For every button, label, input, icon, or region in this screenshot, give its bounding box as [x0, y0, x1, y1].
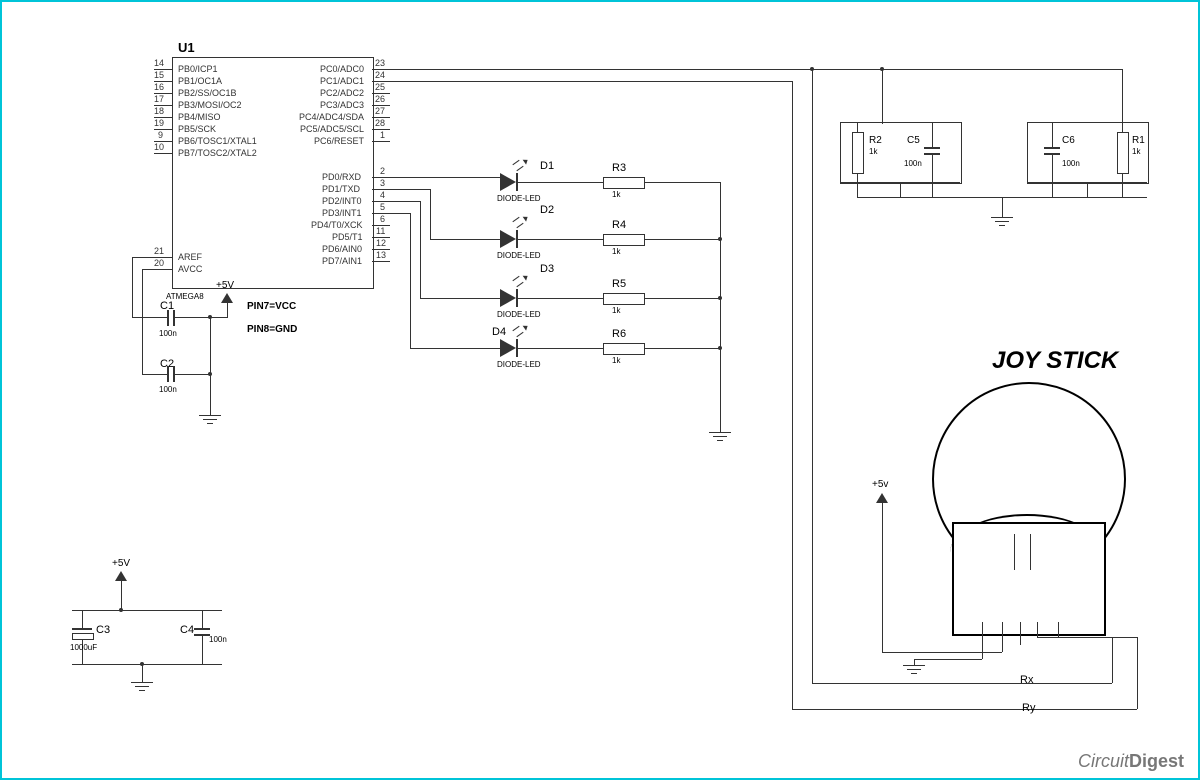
- resistor-r4: [603, 234, 645, 246]
- wire: [812, 683, 1112, 684]
- joystick-pin: [982, 622, 983, 637]
- joystick-stem: [1014, 534, 1015, 570]
- wire: [1037, 637, 1112, 638]
- wire: [982, 637, 983, 659]
- wire: [914, 659, 982, 660]
- junction-dot: [208, 315, 212, 319]
- resistor-r3: [603, 177, 645, 189]
- cap-plate: [167, 310, 169, 326]
- wire: [812, 69, 813, 683]
- junction-dot: [119, 608, 123, 612]
- wire: [132, 257, 133, 317]
- watermark-b: Digest: [1129, 751, 1184, 771]
- resistor-r2: [852, 132, 864, 174]
- cap-plate: [194, 628, 210, 630]
- wire: [792, 709, 1137, 710]
- ic-note-gnd: PIN8=GND: [247, 324, 297, 335]
- wire: [1112, 637, 1113, 683]
- rx-label: Rx: [1020, 674, 1033, 686]
- joystick-pin: [1020, 622, 1021, 637]
- joystick-base: [952, 522, 1106, 636]
- supply-label: +5V: [216, 280, 234, 291]
- wire: [1002, 637, 1003, 652]
- c3-val: 1000uF: [70, 643, 97, 652]
- wire: [132, 257, 154, 258]
- joystick-pin: [1037, 622, 1038, 637]
- ic-note-vcc: PIN7=VCC: [247, 301, 296, 312]
- supply-up-icon: [221, 293, 233, 303]
- c4-ref: C4: [180, 624, 194, 636]
- junction-dot: [140, 662, 144, 666]
- wire: [1020, 637, 1021, 645]
- wire: [210, 317, 211, 415]
- joystick-stem: [1030, 534, 1031, 570]
- resistor-r6: [603, 343, 645, 355]
- resistor-r5: [603, 293, 645, 305]
- wire: [882, 502, 883, 652]
- wire: [121, 580, 122, 610]
- ry-label: Ry: [1022, 702, 1035, 714]
- resistor-r1: [1117, 132, 1129, 174]
- wire: [882, 652, 1002, 653]
- schematic-canvas: U1 ATMEGA8 PIN7=VCC PIN8=GND 14PB0/ICP1 …: [0, 0, 1200, 780]
- cap-plate: [72, 628, 92, 630]
- wire: [720, 182, 721, 432]
- wire: [72, 610, 222, 611]
- wire: [202, 610, 203, 628]
- c1-val: 100n: [159, 329, 177, 338]
- junction-dot: [208, 372, 212, 376]
- wire: [142, 269, 154, 270]
- cap-plate: [173, 310, 175, 326]
- wire: [175, 374, 210, 375]
- wire: [210, 317, 227, 318]
- wire: [142, 374, 167, 375]
- wire: [82, 610, 83, 628]
- supply-label: +5V: [112, 558, 130, 569]
- c2-val: 100n: [159, 385, 177, 394]
- watermark-a: Circuit: [1078, 751, 1129, 771]
- junction-dot: [718, 237, 722, 241]
- cap-plate: [167, 366, 169, 382]
- wire: [882, 69, 883, 124]
- polar-cap-plate: [72, 633, 94, 640]
- c3-ref: C3: [96, 624, 110, 636]
- wire: [142, 664, 143, 682]
- joystick-title: JOY STICK: [992, 347, 1118, 375]
- joystick-pin: [1058, 622, 1059, 637]
- supply-label: +5v: [872, 479, 888, 490]
- wire: [142, 269, 143, 374]
- wire: [390, 81, 792, 82]
- wire: [1137, 637, 1138, 709]
- ic-ref: U1: [178, 40, 195, 55]
- wire: [72, 664, 222, 665]
- wire: [390, 69, 882, 70]
- watermark: CircuitDigest: [1078, 751, 1184, 772]
- wire: [175, 317, 210, 318]
- wire: [227, 302, 228, 318]
- junction-dot: [810, 67, 814, 71]
- supply-up-icon: [876, 493, 888, 503]
- c4-val: 100n: [209, 635, 227, 644]
- wire: [132, 317, 167, 318]
- wire: [792, 81, 793, 709]
- wire: [202, 636, 203, 664]
- junction-dot: [718, 296, 722, 300]
- junction-dot: [718, 346, 722, 350]
- joystick-pin: [1002, 622, 1003, 637]
